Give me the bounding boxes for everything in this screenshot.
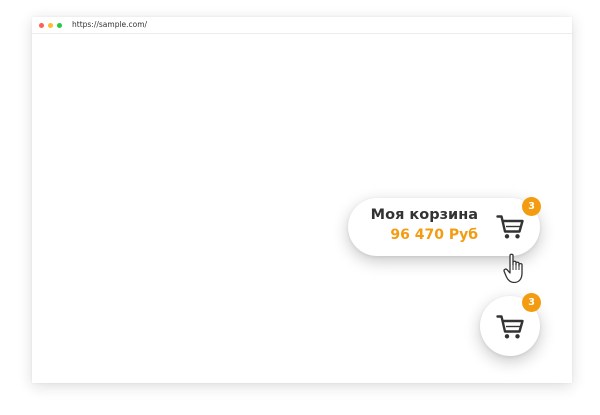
maximize-window-dot[interactable] bbox=[57, 23, 62, 28]
close-window-dot[interactable] bbox=[39, 23, 44, 28]
browser-address-bar: https://sample.com/ bbox=[32, 17, 572, 34]
url-text[interactable]: https://sample.com/ bbox=[72, 20, 147, 30]
cart-total-price: 96 470 Руб bbox=[390, 227, 478, 243]
cart-widget-expanded[interactable]: Моя корзина 96 470 Руб bbox=[348, 198, 540, 256]
shopping-cart-icon bbox=[496, 315, 524, 339]
hand-pointer-icon bbox=[503, 253, 523, 284]
cart-title: Моя корзина bbox=[370, 207, 478, 223]
minimize-window-dot[interactable] bbox=[48, 23, 53, 28]
cart-count-badge-collapsed: 3 bbox=[522, 293, 541, 312]
shopping-cart-icon bbox=[496, 215, 524, 239]
cart-count-badge: 3 bbox=[522, 197, 541, 216]
